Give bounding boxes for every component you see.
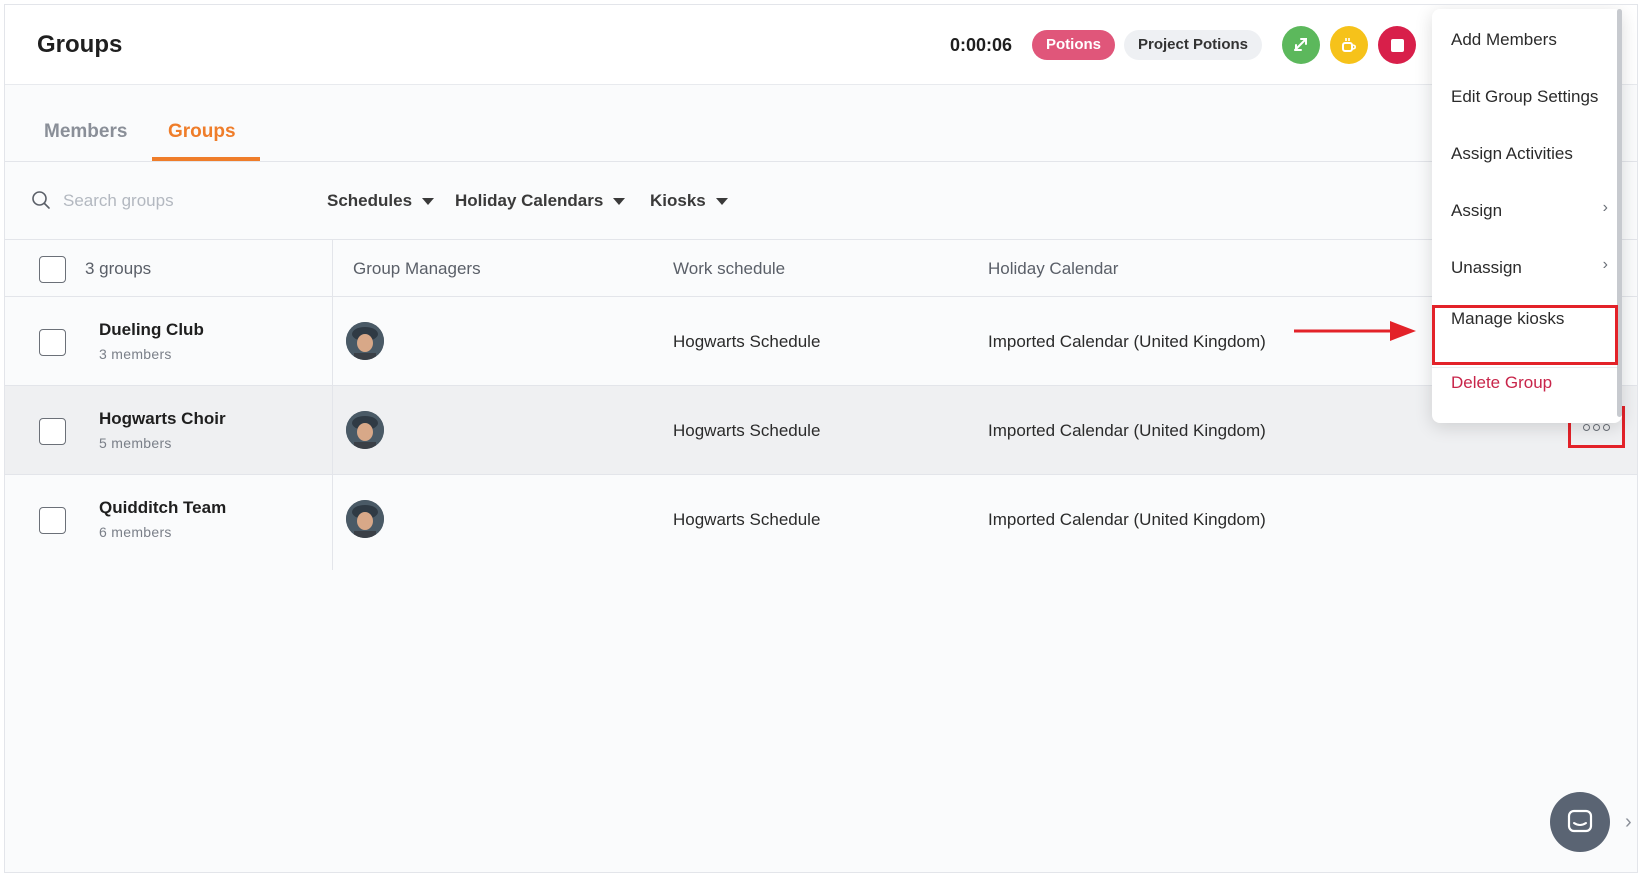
group-name[interactable]: Hogwarts Choir <box>99 409 226 429</box>
stop-icon <box>1390 38 1404 52</box>
select-all-checkbox[interactable] <box>39 256 66 283</box>
search-icon <box>32 191 50 209</box>
work-schedule-cell: Hogwarts Schedule <box>673 510 821 529</box>
table-row[interactable]: Quidditch Team 6 members Hogwarts Schedu… <box>5 475 1637 564</box>
avatar[interactable] <box>346 500 384 538</box>
column-header-holiday-calendar[interactable]: Holiday Calendar <box>988 259 1118 279</box>
row-checkbox[interactable] <box>39 418 66 445</box>
holiday-calendar-cell: Imported Calendar (United Kingdom) <box>988 510 1266 529</box>
kiosks-filter[interactable]: Kiosks <box>650 191 728 211</box>
work-schedule-cell: Hogwarts Schedule <box>673 421 821 440</box>
filter-bar: Schedules Holiday Calendars Kiosks <box>5 162 1637 240</box>
tab-bar: Members Groups <box>5 85 1637 162</box>
work-schedule-cell: Hogwarts Schedule <box>673 332 821 351</box>
coffee-break-icon <box>1342 38 1356 52</box>
avatar[interactable] <box>346 411 384 449</box>
chat-icon <box>1567 809 1593 833</box>
row-checkbox[interactable] <box>39 329 66 356</box>
more-options-icon <box>1603 423 1610 431</box>
chevron-right-icon[interactable]: › <box>1625 811 1632 834</box>
menu-item-assign-activities[interactable]: Assign Activities <box>1451 144 1573 164</box>
member-count: 3 members <box>99 346 172 362</box>
menu-item-edit-group-settings[interactable]: Edit Group Settings <box>1451 87 1598 107</box>
top-bar: Groups 0:00:06 Potions Project Potions <box>5 5 1637 85</box>
member-count: 6 members <box>99 524 172 540</box>
chevron-down-icon <box>613 197 626 205</box>
tab-members[interactable]: Members <box>44 121 127 143</box>
table-header: 3 groups Group Managers Work schedule Ho… <box>5 240 1637 297</box>
break-button[interactable] <box>1330 26 1368 64</box>
holiday-calendar-cell: Imported Calendar (United Kingdom) <box>988 421 1266 440</box>
groups-count: 3 groups <box>85 259 152 278</box>
group-name[interactable]: Dueling Club <box>99 320 204 340</box>
menu-item-assign[interactable]: Assign <box>1451 201 1502 221</box>
chat-button[interactable] <box>1550 792 1610 852</box>
tab-groups[interactable]: Groups <box>168 121 236 143</box>
holiday-calendar-cell: Imported Calendar (United Kingdom) <box>988 332 1266 351</box>
stop-button[interactable] <box>1378 26 1416 64</box>
column-header-work-schedule[interactable]: Work schedule <box>673 259 785 279</box>
menu-item-delete-group[interactable]: Delete Group <box>1451 373 1552 393</box>
switch-activity-button[interactable] <box>1282 26 1320 64</box>
holiday-calendars-filter-label: Holiday Calendars <box>455 191 604 210</box>
group-name[interactable]: Quidditch Team <box>99 498 226 518</box>
menu-divider <box>1432 367 1622 368</box>
schedules-filter-label: Schedules <box>327 191 413 210</box>
member-count: 5 members <box>99 435 172 451</box>
project-badge[interactable]: Project Potions <box>1124 30 1263 60</box>
app-window: Groups 0:00:06 Potions Project Potions M… <box>4 4 1638 873</box>
active-tab-indicator <box>152 157 260 161</box>
arrow-annotation-icon <box>1294 321 1416 341</box>
menu-item-add-members[interactable]: Add Members <box>1451 30 1557 50</box>
kiosks-filter-label: Kiosks <box>650 191 706 210</box>
chevron-down-icon <box>422 197 435 205</box>
avatar[interactable] <box>346 322 384 360</box>
schedules-filter[interactable]: Schedules <box>327 191 435 211</box>
chevron-right-icon: › <box>1602 256 1608 273</box>
activity-badge[interactable]: Potions <box>1032 30 1115 60</box>
more-options-icon <box>1583 423 1590 431</box>
switch-activity-icon <box>1294 38 1307 51</box>
column-header-group-managers[interactable]: Group Managers <box>353 259 481 279</box>
table-row[interactable]: Hogwarts Choir 5 members Hogwarts Schedu… <box>5 386 1637 475</box>
menu-item-unassign[interactable]: Unassign <box>1451 258 1522 278</box>
timer: 0:00:06 <box>950 35 1013 55</box>
chevron-right-icon: › <box>1602 199 1608 216</box>
highlight-annotation <box>1432 305 1618 365</box>
page-title: Groups <box>37 31 123 58</box>
more-options-icon <box>1593 423 1600 431</box>
row-checkbox[interactable] <box>39 507 66 534</box>
holiday-calendars-filter[interactable]: Holiday Calendars <box>455 191 626 211</box>
search-input[interactable] <box>63 186 293 216</box>
chevron-down-icon <box>715 197 728 205</box>
column-divider <box>332 240 333 570</box>
